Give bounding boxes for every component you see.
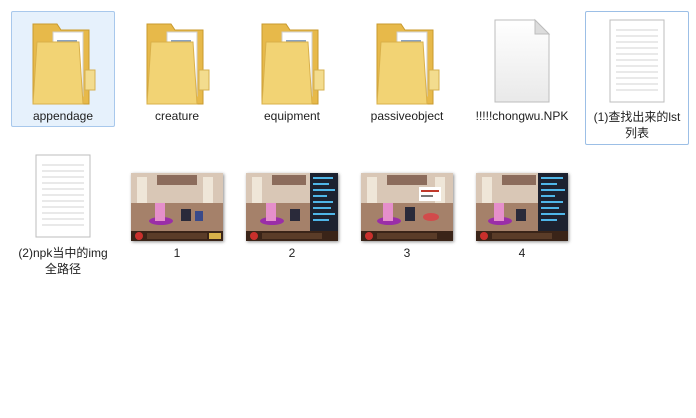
file-name-label: passiveobject — [370, 109, 444, 123]
blank-file-icon — [471, 18, 573, 104]
folder-icon — [12, 12, 114, 112]
file-name-label: !!!!!chongwu.NPK — [475, 109, 569, 123]
file-name-label: appendage — [32, 109, 94, 123]
file-name-label: 2 — [288, 246, 296, 260]
file-name-label: 3 — [403, 246, 411, 260]
image-thumbnail — [246, 173, 338, 241]
file-item-img-paths[interactable]: (2)npk当中的img全路径 — [11, 150, 115, 280]
file-name-label: creature — [154, 109, 200, 123]
image-item-3[interactable]: 3 — [355, 165, 459, 265]
file-name-label: (2)npk当中的img全路径 — [18, 246, 108, 276]
file-name-label: equipment — [263, 109, 321, 123]
file-list-pane: appendage creature equipment passiveobje… — [0, 0, 696, 418]
folder-icon — [356, 12, 458, 112]
file-name-label: 1 — [173, 246, 181, 260]
folder-item-creature[interactable]: creature — [125, 11, 229, 127]
image-item-1[interactable]: 1 — [125, 165, 229, 265]
file-item-chongwu-npk[interactable]: !!!!!chongwu.NPK — [470, 11, 574, 143]
folder-item-appendage[interactable]: appendage — [11, 11, 115, 127]
file-item-lst-list[interactable]: (1)查找出来的lst列表 — [585, 11, 689, 145]
folder-icon — [126, 12, 228, 112]
image-item-2[interactable]: 2 — [240, 165, 344, 265]
folder-icon — [241, 12, 343, 112]
image-thumbnail — [131, 173, 223, 241]
file-name-label: 4 — [518, 246, 526, 260]
file-name-label: (1)查找出来的lst列表 — [593, 110, 681, 140]
text-document-icon — [586, 18, 688, 104]
image-thumbnail — [476, 173, 568, 241]
folder-item-equipment[interactable]: equipment — [240, 11, 344, 127]
folder-item-passiveobject[interactable]: passiveobject — [355, 11, 459, 127]
image-item-4[interactable]: 4 — [470, 165, 574, 265]
text-document-icon — [12, 153, 114, 239]
image-thumbnail — [361, 173, 453, 241]
